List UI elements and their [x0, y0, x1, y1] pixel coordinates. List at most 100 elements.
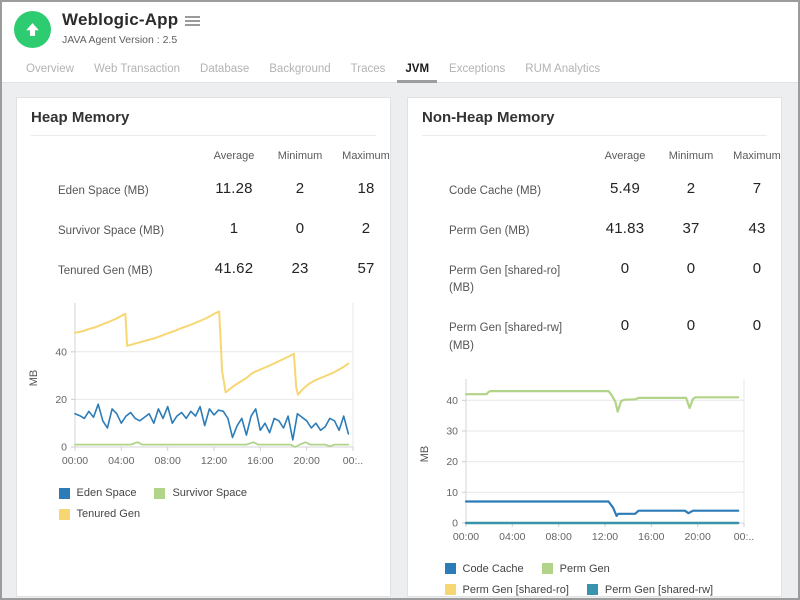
- svg-text:0: 0: [61, 442, 67, 454]
- heap-chart-legend: Eden Space Survivor Space Tenured Gen: [59, 487, 349, 529]
- tab-exceptions[interactable]: Exceptions: [439, 57, 515, 82]
- metric-maximum: 18: [333, 180, 391, 197]
- metric-average: 0: [592, 317, 658, 334]
- svg-text:08:00: 08:00: [546, 531, 572, 543]
- heap-panel-title: Heap Memory: [17, 109, 390, 135]
- svg-text:00:..: 00:..: [343, 455, 363, 467]
- metric-average: 41.62: [201, 260, 267, 277]
- svg-text:20:00: 20:00: [685, 531, 711, 543]
- eden-space-swatch-icon: [59, 488, 70, 499]
- non-heap-memory-chart[interactable]: 01020304000:0004:0008:0012:0016:0020:000…: [414, 375, 754, 547]
- metric-average: 41.83: [592, 220, 658, 237]
- non-heap-metrics-table: Average Minimum Maximum Code Cache (MB) …: [408, 146, 781, 365]
- tab-background[interactable]: Background: [259, 57, 340, 82]
- column-maximum: Maximum: [333, 146, 391, 166]
- metric-label: Eden Space (MB): [17, 180, 201, 201]
- svg-text:MB: MB: [28, 370, 40, 387]
- svg-text:0: 0: [452, 517, 458, 529]
- hamburger-menu-icon[interactable]: [185, 14, 200, 28]
- column-maximum: Maximum: [724, 146, 782, 166]
- tab-database[interactable]: Database: [190, 57, 259, 82]
- metric-maximum: 0: [724, 260, 782, 277]
- legend-item-perm-gen-shared-ro[interactable]: Perm Gen [shared-ro]: [445, 584, 569, 596]
- metric-maximum: 7: [724, 180, 782, 197]
- tab-traces[interactable]: Traces: [341, 57, 396, 82]
- svg-text:30: 30: [446, 425, 458, 437]
- table-row: Code Cache (MB) 5.49 2 7: [408, 170, 781, 210]
- tenured-gen-swatch-icon: [59, 509, 70, 520]
- agent-version-label: JAVA Agent Version : 2.5: [62, 34, 200, 46]
- metric-label: Perm Gen [shared-ro] (MB): [408, 260, 592, 299]
- svg-text:12:00: 12:00: [592, 531, 618, 543]
- table-header-row: Average Minimum Maximum: [17, 146, 390, 166]
- metric-minimum: 37: [658, 220, 724, 237]
- divider: [422, 135, 767, 136]
- metric-minimum: 23: [267, 260, 333, 277]
- table-row: Tenured Gen (MB) 41.62 23 57: [17, 250, 390, 290]
- metric-maximum: 2: [333, 220, 391, 237]
- svg-text:10: 10: [446, 487, 458, 499]
- svg-text:04:00: 04:00: [108, 455, 134, 467]
- legend-item-perm-gen[interactable]: Perm Gen: [542, 563, 610, 575]
- metric-maximum: 43: [724, 220, 782, 237]
- table-row: Perm Gen (MB) 41.83 37 43: [408, 210, 781, 250]
- svg-text:40: 40: [446, 395, 458, 407]
- non-heap-panel-title: Non-Heap Memory: [408, 109, 781, 135]
- column-minimum: Minimum: [658, 146, 724, 166]
- legend-item-code-cache[interactable]: Code Cache: [445, 563, 524, 575]
- heap-memory-panel: Heap Memory Average Minimum Maximum Eden…: [16, 97, 391, 597]
- column-minimum: Minimum: [267, 146, 333, 166]
- tab-overview[interactable]: Overview: [16, 57, 84, 82]
- non-heap-memory-panel: Non-Heap Memory Average Minimum Maximum …: [407, 97, 782, 597]
- app-status-icon: [14, 11, 51, 48]
- column-average: Average: [201, 146, 267, 166]
- tab-jvm[interactable]: JVM: [395, 57, 439, 82]
- content-area: Heap Memory Average Minimum Maximum Eden…: [2, 83, 798, 597]
- metric-maximum: 0: [724, 317, 782, 334]
- legend-item-perm-gen-shared-rw[interactable]: Perm Gen [shared-rw]: [587, 584, 713, 596]
- table-row: Eden Space (MB) 11.28 2 18: [17, 170, 390, 210]
- table-row: Survivor Space (MB) 1 0 2: [17, 210, 390, 250]
- metric-minimum: 0: [658, 317, 724, 334]
- svg-text:12:00: 12:00: [201, 455, 227, 467]
- column-average: Average: [592, 146, 658, 166]
- metric-average: 5.49: [592, 180, 658, 197]
- tab-rum-analytics[interactable]: RUM Analytics: [515, 57, 610, 82]
- legend-item-eden-space[interactable]: Eden Space: [59, 487, 137, 499]
- svg-text:00:..: 00:..: [734, 531, 754, 543]
- svg-text:20: 20: [446, 456, 458, 468]
- metric-label: Code Cache (MB): [408, 180, 592, 201]
- svg-text:00:00: 00:00: [453, 531, 479, 543]
- non-heap-chart-legend: Code Cache Perm Gen Perm Gen [shared-ro]…: [445, 563, 745, 597]
- svg-text:20:00: 20:00: [294, 455, 320, 467]
- tab-web-transaction[interactable]: Web Transaction: [84, 57, 190, 82]
- metric-average: 1: [201, 220, 267, 237]
- metric-average: 0: [592, 260, 658, 277]
- metric-label: Tenured Gen (MB): [17, 260, 201, 281]
- heap-metrics-table: Average Minimum Maximum Eden Space (MB) …: [17, 146, 390, 289]
- legend-item-tenured-gen[interactable]: Tenured Gen: [59, 508, 141, 520]
- perm-gen-shared-ro-swatch-icon: [445, 584, 456, 595]
- code-cache-swatch-icon: [445, 563, 456, 574]
- survivor-space-swatch-icon: [154, 488, 165, 499]
- svg-text:16:00: 16:00: [247, 455, 273, 467]
- metric-average: 11.28: [201, 180, 267, 197]
- svg-text:08:00: 08:00: [155, 455, 181, 467]
- metric-label: Survivor Space (MB): [17, 220, 201, 241]
- metric-minimum: 2: [267, 180, 333, 197]
- table-row: Perm Gen [shared-ro] (MB) 0 0 0: [408, 250, 781, 308]
- svg-text:MB: MB: [419, 446, 431, 463]
- svg-text:20: 20: [55, 394, 67, 406]
- table-header-row: Average Minimum Maximum: [408, 146, 781, 166]
- app-header: Weblogic-App JAVA Agent Version : 2.5 Ov…: [2, 2, 798, 83]
- legend-item-survivor-space[interactable]: Survivor Space: [154, 487, 247, 499]
- table-row: Perm Gen [shared-rw] (MB) 0 0 0: [408, 307, 781, 365]
- perm-gen-swatch-icon: [542, 563, 553, 574]
- perm-gen-shared-rw-swatch-icon: [587, 584, 598, 595]
- heap-memory-chart[interactable]: 0204000:0004:0008:0012:0016:0020:0000:..…: [23, 299, 363, 471]
- svg-text:04:00: 04:00: [499, 531, 525, 543]
- svg-text:40: 40: [55, 347, 67, 359]
- metric-label: Perm Gen (MB): [408, 220, 592, 241]
- metric-minimum: 2: [658, 180, 724, 197]
- metric-minimum: 0: [267, 220, 333, 237]
